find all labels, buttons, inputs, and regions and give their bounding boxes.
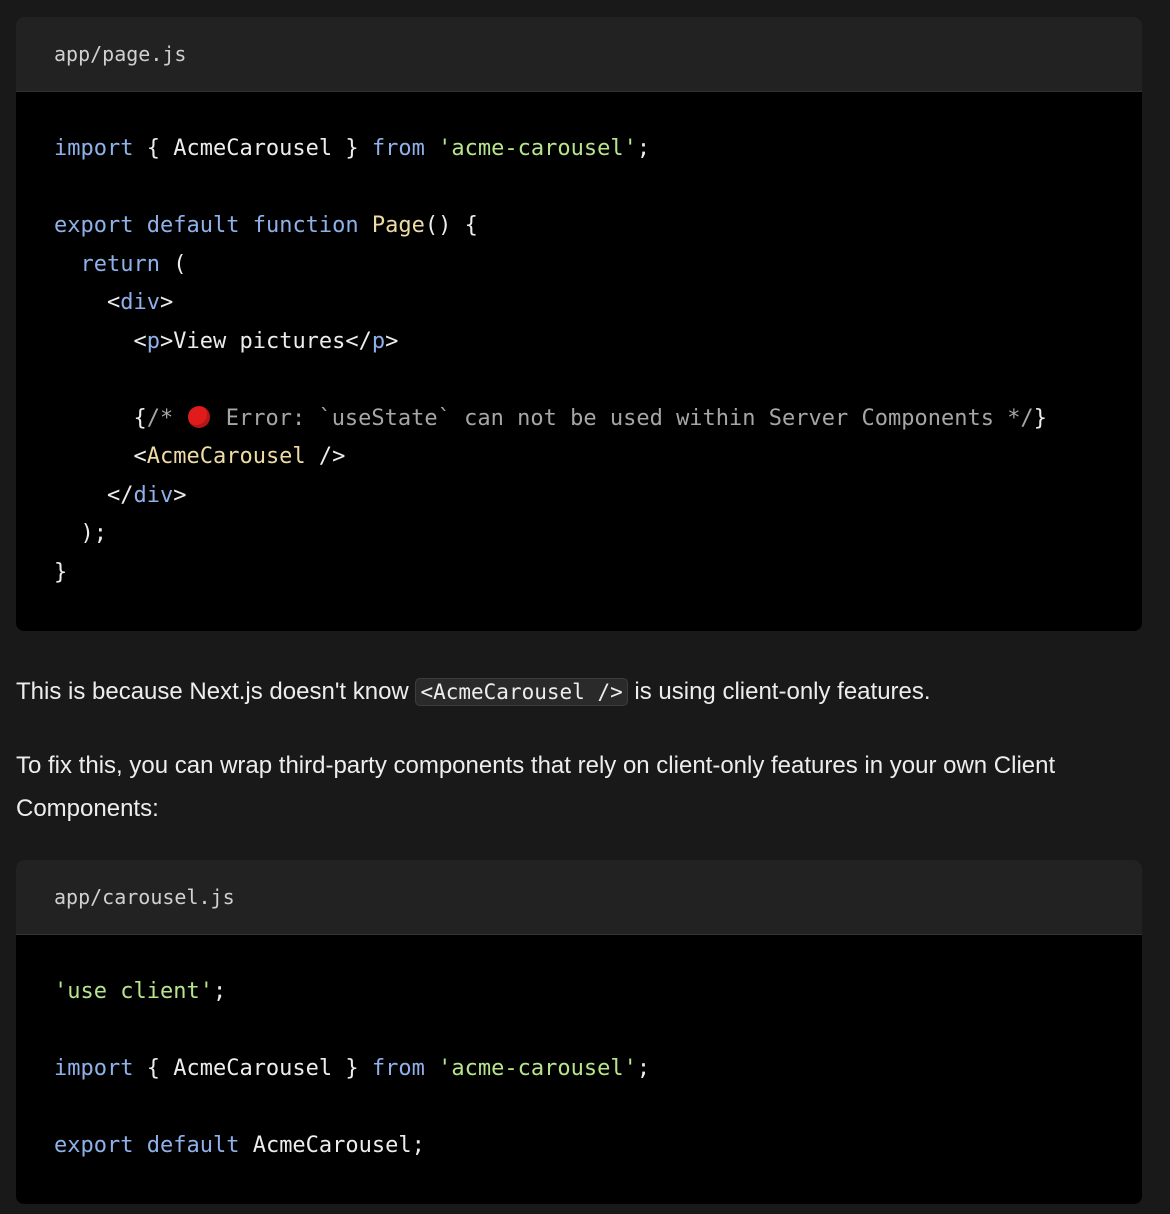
code-line-comment: {/* Error: `useState` can not be used wi… <box>133 405 1047 431</box>
code-line: import { AcmeCarousel } from 'acme-carou… <box>54 1056 651 1081</box>
inline-code: <AcmeCarousel /> <box>415 678 628 706</box>
code-line: export default AcmeCarousel; <box>54 1133 425 1158</box>
filename: app/carousel.js <box>54 885 235 909</box>
code-line: <div> <box>106 290 174 315</box>
code-line: export default function Page() { <box>54 213 478 238</box>
code-block-page-js: app/page.js import { AcmeCarousel } from… <box>16 17 1142 631</box>
code-filename-header: app/page.js <box>16 17 1142 92</box>
error-dot-icon <box>188 405 211 428</box>
code-line: import { AcmeCarousel } from 'acme-carou… <box>54 136 651 161</box>
code-line: ); <box>54 521 107 546</box>
code-line: } <box>54 559 68 585</box>
code-filename-header: app/carousel.js <box>16 860 1142 935</box>
code-line: <p>View pictures</p> <box>133 328 399 354</box>
code-line: 'use client'; <box>54 979 227 1004</box>
paragraph-explanation: This is because Next.js doesn't know <Ac… <box>16 678 931 706</box>
code-block-carousel-js: app/carousel.js 'use client'; import { A… <box>16 860 1142 1204</box>
code-body[interactable]: 'use client'; import { AcmeCarousel } fr… <box>16 935 1142 1166</box>
code-body[interactable]: import { AcmeCarousel } from 'acme-carou… <box>16 92 1142 592</box>
paragraph-fix: To fix this, you can wrap third-party co… <box>16 752 1056 822</box>
code-line: return ( <box>80 251 187 277</box>
code-line: </div> <box>106 482 187 508</box>
filename: app/page.js <box>54 42 187 66</box>
code-line: <AcmeCarousel /> <box>133 444 346 469</box>
